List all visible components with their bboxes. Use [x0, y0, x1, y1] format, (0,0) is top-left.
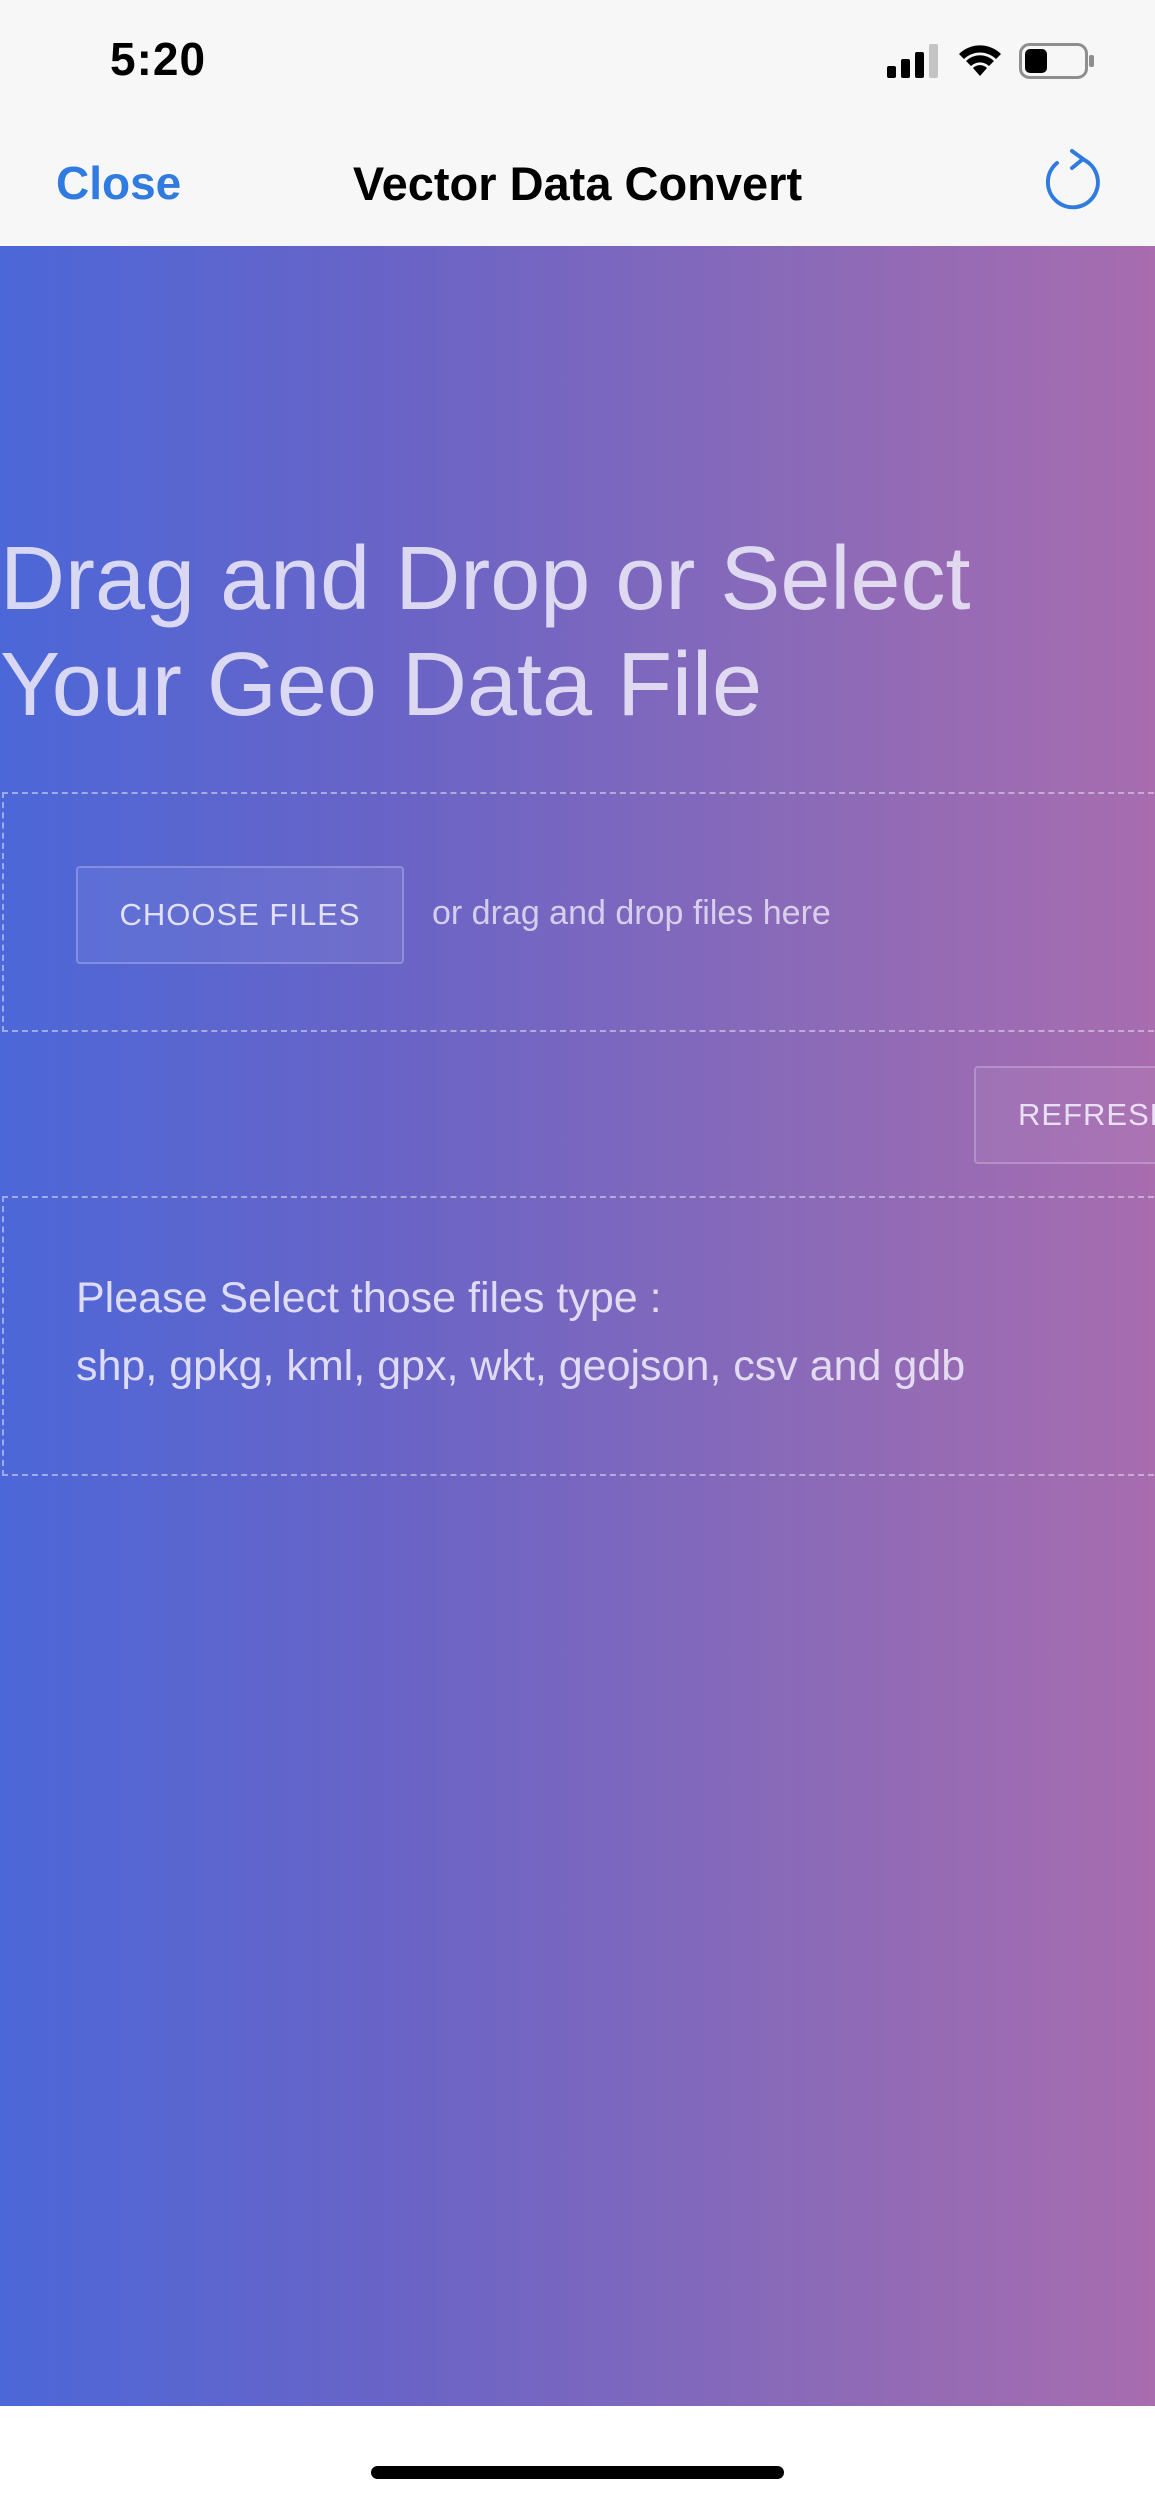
converter-content: Drag and Drop or Select Your Geo Data Fi… [0, 246, 1155, 2406]
choose-files-button[interactable]: CHOOSE FILES [76, 866, 404, 964]
status-bar: 5:20 [0, 0, 1155, 120]
wifi-icon [957, 43, 1003, 84]
file-types-list: shp, gpkg, kml, gpx, wkt, geojson, csv a… [76, 1342, 966, 1390]
file-dropzone[interactable]: CHOOSE FILES or drag and drop files here [2, 792, 1155, 1032]
cellular-signal-icon [887, 43, 941, 83]
drop-hint: or drag and drop files here [432, 894, 831, 932]
headline: Drag and Drop or Select Your Geo Data Fi… [0, 529, 971, 735]
battery-icon [1019, 42, 1095, 84]
file-types-info: Please Select those files type : shp, gp… [2, 1196, 1155, 1476]
refresh-icon[interactable] [1035, 146, 1105, 216]
status-icons [887, 40, 1095, 86]
home-indicator[interactable] [371, 2466, 784, 2479]
refresh-button[interactable]: REFRESH [974, 1066, 1155, 1164]
file-types-prompt: Please Select those files type : [76, 1274, 662, 1322]
navigation-bar: Close Vector Data Convert [0, 120, 1155, 247]
close-button[interactable]: Close [56, 156, 181, 210]
status-time: 5:20 [110, 33, 207, 85]
home-area [0, 2406, 1155, 2500]
